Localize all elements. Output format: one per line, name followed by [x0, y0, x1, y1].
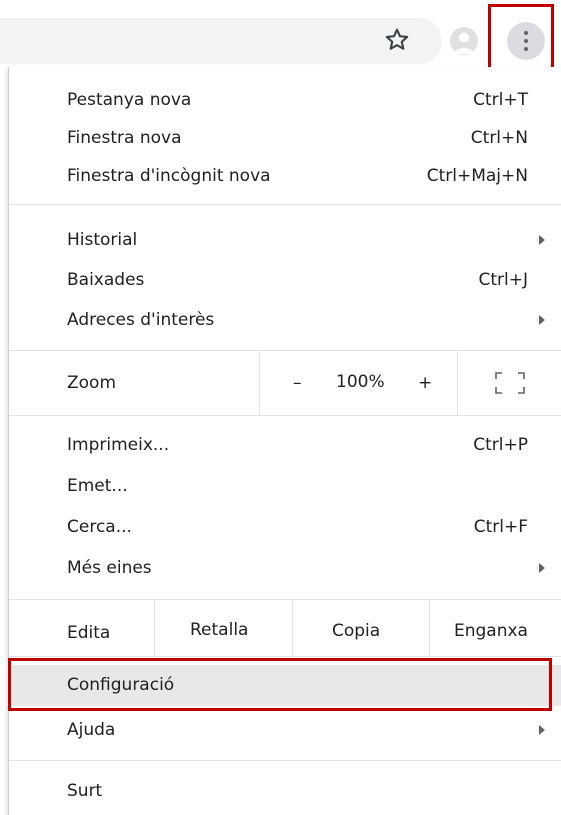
- menu-item-label: Cerca...: [67, 517, 132, 537]
- submenu-arrow-icon: [539, 235, 545, 245]
- zoom-label: Zoom: [67, 373, 117, 393]
- menu-item-exit[interactable]: Surt: [9, 771, 561, 812]
- profile-avatar-icon[interactable]: [450, 27, 478, 55]
- fullscreen-icon[interactable]: [495, 372, 525, 394]
- chrome-main-menu: Pestanya nova Ctrl+T Finestra nova Ctrl+…: [8, 67, 561, 815]
- zoom-row: Zoom – 100% +: [9, 351, 561, 415]
- bookmark-star-icon[interactable]: [383, 26, 411, 54]
- cut-button[interactable]: Retalla: [190, 602, 248, 658]
- menu-item-label: Ajuda: [67, 720, 116, 740]
- menu-item-find[interactable]: Cerca... Ctrl+F: [9, 507, 561, 548]
- menu-item-help[interactable]: Ajuda: [9, 710, 561, 751]
- menu-item-shortcut: Ctrl+F: [473, 517, 528, 537]
- menu-separator: [9, 760, 561, 761]
- menu-item-label: Emet...: [67, 476, 128, 496]
- menu-separator: [9, 656, 561, 657]
- edit-cell-separator: [154, 600, 155, 656]
- menu-item-label: Imprimeix...: [67, 435, 170, 455]
- menu-item-label: Adreces d'interès: [67, 310, 215, 330]
- edit-cell-separator: [429, 600, 430, 656]
- menu-item-label: Historial: [67, 230, 138, 250]
- menu-item-label: Més eines: [67, 558, 152, 578]
- menu-item-new-incognito-window[interactable]: Finestra d'incògnit nova Ctrl+Maj+N: [9, 156, 561, 197]
- zoom-level-value: 100%: [336, 372, 385, 392]
- menu-item-new-tab[interactable]: Pestanya nova Ctrl+T: [9, 80, 561, 121]
- menu-item-downloads[interactable]: Baixades Ctrl+J: [9, 260, 561, 301]
- edit-cell-separator: [292, 600, 293, 656]
- paste-button[interactable]: Enganxa: [454, 603, 528, 659]
- menu-separator: [9, 204, 561, 205]
- menu-item-print[interactable]: Imprimeix... Ctrl+P: [9, 425, 561, 466]
- menu-item-label: Configuració: [67, 675, 175, 695]
- submenu-arrow-icon: [539, 563, 545, 573]
- zoom-in-button[interactable]: +: [418, 363, 432, 404]
- menu-item-bookmarks[interactable]: Adreces d'interès: [9, 300, 561, 341]
- edit-label: Edita: [67, 623, 111, 643]
- menu-item-history[interactable]: Historial: [9, 220, 561, 261]
- zoom-cell-separator: [457, 351, 458, 415]
- submenu-arrow-icon: [539, 725, 545, 735]
- menu-item-new-window[interactable]: Finestra nova Ctrl+N: [9, 118, 561, 159]
- menu-item-settings[interactable]: Configuració: [9, 665, 561, 706]
- zoom-cell-separator: [259, 351, 260, 415]
- menu-item-cast[interactable]: Emet...: [9, 466, 561, 507]
- menu-item-shortcut: Ctrl+T: [473, 90, 528, 110]
- kebab-menu-icon[interactable]: [507, 22, 545, 60]
- copy-button[interactable]: Copia: [332, 603, 380, 659]
- menu-item-label: Finestra d'incògnit nova: [67, 166, 271, 186]
- menu-item-shortcut: Ctrl+J: [478, 270, 528, 290]
- menu-item-label: Surt: [67, 781, 103, 801]
- browser-toolbar: [0, 0, 561, 67]
- menu-item-label: Finestra nova: [67, 128, 182, 148]
- submenu-arrow-icon: [539, 315, 545, 325]
- zoom-out-button[interactable]: –: [293, 363, 302, 404]
- menu-item-label: Baixades: [67, 270, 145, 290]
- address-bar[interactable]: [0, 18, 442, 64]
- menu-item-shortcut: Ctrl+N: [470, 128, 528, 148]
- menu-item-shortcut: Ctrl+P: [473, 435, 528, 455]
- menu-item-shortcut: Ctrl+Maj+N: [426, 166, 528, 186]
- edit-row: Edita Retalla Copia Enganxa: [9, 600, 561, 656]
- menu-item-label: Pestanya nova: [67, 90, 192, 110]
- menu-item-more-tools[interactable]: Més eines: [9, 548, 561, 589]
- menu-separator: [9, 415, 561, 416]
